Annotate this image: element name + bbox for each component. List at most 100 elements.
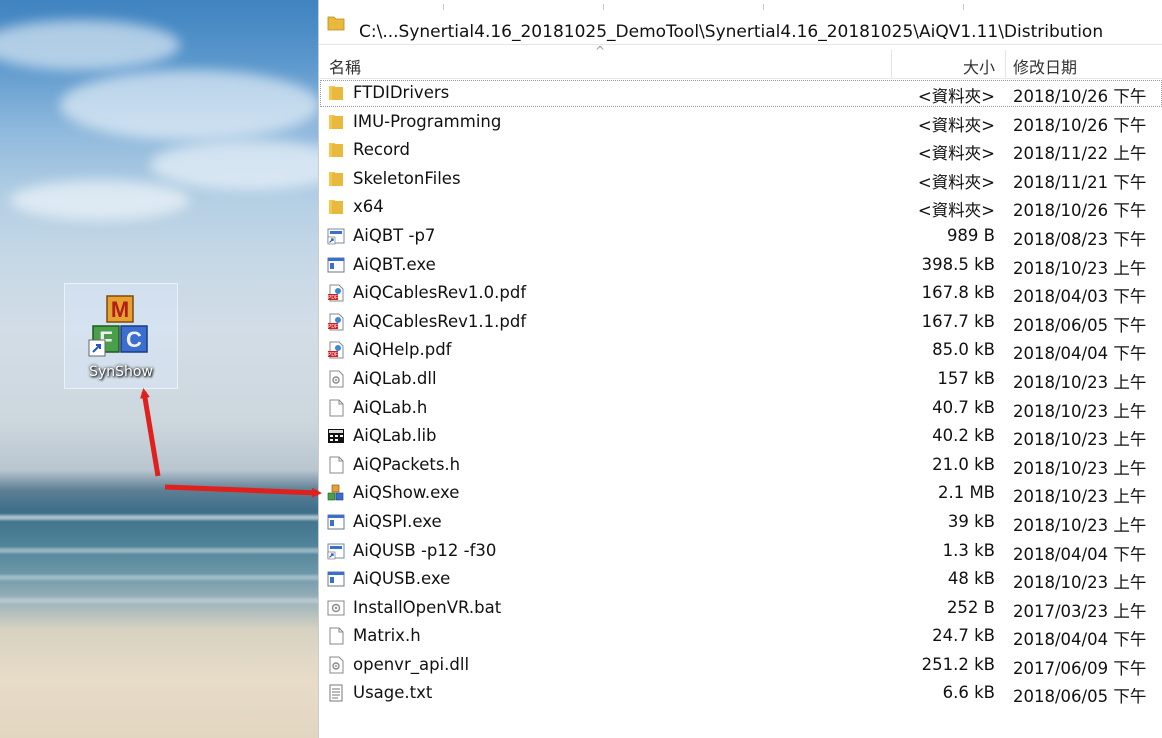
file-row[interactable]: Record <資料夾> 2018/11/22 上午	[319, 136, 1162, 165]
file-row[interactable]: PDF AiQCablesRev1.0.pdf 167.8 kB 2018/04/03…	[319, 279, 1162, 308]
file-row[interactable]: SkeletonFiles <資料夾> 2018/11/21 下午	[319, 165, 1162, 194]
file-size: 24.7 kB	[932, 626, 995, 646]
pdf-icon: PDF	[327, 341, 345, 359]
exe-icon	[327, 256, 345, 274]
file-name: AiQUSB.exe	[353, 569, 451, 589]
file-icon	[327, 627, 345, 645]
file-name: AiQBT -p7	[353, 225, 436, 245]
file-row[interactable]: InstallOpenVR.bat 252 B 2017/03/23 上午	[319, 594, 1162, 623]
svg-text:C: C	[126, 327, 142, 352]
file-name: AiQLab.dll	[353, 368, 437, 388]
file-explorer-window: C:\...Synertial4.16_20181025_DemoTool\Sy…	[318, 0, 1162, 738]
file-name: InstallOpenVR.bat	[353, 597, 502, 617]
column-separator[interactable]	[1005, 50, 1006, 78]
folder-icon	[327, 141, 345, 159]
file-row[interactable]: AiQPackets.h 21.0 kB 2018/10/23 上午	[319, 451, 1162, 480]
file-icon	[327, 399, 345, 417]
desktop-wallpaper: M F C SynShow	[0, 0, 318, 738]
file-size: 21.0 kB	[932, 454, 995, 474]
file-size: <資料夾>	[917, 201, 995, 221]
file-name: AiQCablesRev1.1.pdf	[353, 311, 527, 331]
file-date: 2018/06/05 下午	[1013, 315, 1147, 335]
file-date: 2018/04/04 下午	[1013, 630, 1147, 650]
file-row[interactable]: AiQLab.lib 40.2 kB 2018/10/23 上午	[319, 422, 1162, 451]
file-name: AiQCablesRev1.0.pdf	[353, 283, 527, 303]
column-header-size[interactable]: 大小	[963, 54, 995, 78]
file-size: 167.8 kB	[921, 283, 995, 303]
folder-icon	[327, 16, 345, 31]
exe-icon	[327, 570, 345, 588]
file-name: AiQHelp.pdf	[353, 340, 452, 360]
file-name: Record	[353, 140, 411, 160]
folder-icon	[327, 84, 345, 102]
file-date: 2018/10/23 上午	[1013, 573, 1147, 593]
address-bar[interactable]: C:\...Synertial4.16_20181025_DemoTool\Sy…	[319, 0, 1162, 45]
file-row[interactable]: PDF AiQCablesRev1.1.pdf 167.7 kB 2018/06/05…	[319, 308, 1162, 337]
column-header: ^ 名稱 大小 修改日期	[319, 44, 1162, 79]
file-date: 2018/10/26 下午	[1013, 115, 1147, 135]
file-row[interactable]: AiQLab.h 40.7 kB 2018/10/23 上午	[319, 394, 1162, 423]
dll-icon	[327, 656, 345, 674]
mfc-app-icon: M F C	[88, 295, 148, 357]
file-row[interactable]: FTDIDrivers <資料夾> 2018/10/26 下午	[319, 79, 1162, 108]
file-name: AiQSPI.exe	[353, 511, 442, 531]
file-row[interactable]: PDF AiQHelp.pdf 85.0 kB 2018/04/04 下午	[319, 336, 1162, 365]
file-size: 40.7 kB	[932, 397, 995, 417]
file-name: Usage.txt	[353, 683, 433, 703]
file-row[interactable]: IMU-Programming <資料夾> 2018/10/26 下午	[319, 108, 1162, 137]
ruler-tick	[963, 4, 964, 10]
file-name: IMU-Programming	[353, 111, 502, 131]
txt-icon	[327, 684, 345, 702]
file-name: x64	[353, 197, 384, 217]
wallpaper-cloud	[0, 20, 180, 70]
file-date: 2018/10/23 上午	[1013, 487, 1147, 507]
file-row[interactable]: Usage.txt 6.6 kB 2018/06/05 下午	[319, 679, 1162, 708]
file-size: 252 B	[946, 597, 995, 617]
file-size: 39 kB	[947, 511, 995, 531]
file-name: FTDIDrivers	[353, 83, 450, 102]
file-row[interactable]: AiQBT -p7 989 B 2018/08/23 下午	[319, 222, 1162, 251]
file-date: 2018/10/26 下午	[1013, 87, 1147, 106]
ruler-tick	[763, 4, 764, 10]
column-header-name[interactable]: 名稱	[329, 54, 361, 78]
file-size: 167.7 kB	[921, 311, 995, 331]
synshow-desktop-shortcut[interactable]: M F C SynShow	[64, 283, 178, 389]
file-row[interactable]: AiQUSB -p12 -f30 1.3 kB 2018/04/04 下午	[319, 537, 1162, 566]
ruler-tick	[603, 4, 604, 10]
file-size: 157 kB	[937, 368, 995, 388]
shortcut-icon	[327, 542, 345, 560]
file-name: AiQBT.exe	[353, 254, 436, 274]
svg-text:PDF: PDF	[328, 324, 338, 330]
ruler-tick	[443, 4, 444, 10]
dll-icon	[327, 370, 345, 388]
file-row[interactable]: openvr_api.dll 251.2 kB 2017/06/09 下午	[319, 651, 1162, 680]
file-row[interactable]: AiQSPI.exe 39 kB 2018/10/23 上午	[319, 508, 1162, 537]
lib-icon	[327, 427, 345, 445]
wallpaper-wave	[0, 598, 318, 603]
column-separator[interactable]	[891, 50, 892, 78]
file-row[interactable]: AiQUSB.exe 48 kB 2018/10/23 上午	[319, 565, 1162, 594]
file-size: <資料夾>	[917, 172, 995, 192]
wallpaper-cloud	[60, 70, 318, 140]
file-date: 2018/10/23 上午	[1013, 401, 1147, 421]
file-size: 2.1 MB	[937, 483, 995, 503]
folder-icon	[327, 198, 345, 216]
folder-icon	[327, 113, 345, 131]
svg-text:PDF: PDF	[328, 352, 338, 358]
file-row[interactable]: x64 <資料夾> 2018/10/26 下午	[319, 193, 1162, 222]
column-header-date[interactable]: 修改日期	[1013, 54, 1077, 78]
file-row[interactable]: AiQBT.exe 398.5 kB 2018/10/23 上午	[319, 251, 1162, 280]
folder-icon	[327, 170, 345, 188]
file-size: 989 B	[946, 225, 995, 245]
wallpaper-wave	[0, 515, 318, 520]
file-row[interactable]: Matrix.h 24.7 kB 2018/04/04 下午	[319, 622, 1162, 651]
pdf-icon: PDF	[327, 313, 345, 331]
bat-icon	[327, 599, 345, 617]
exe-icon	[327, 513, 345, 531]
file-date: 2018/04/04 下午	[1013, 344, 1147, 364]
file-date: 2018/08/23 下午	[1013, 229, 1147, 249]
file-date: 2018/10/23 上午	[1013, 458, 1147, 478]
file-row[interactable]: AiQShow.exe 2.1 MB 2018/10/23 上午	[319, 479, 1162, 508]
file-date: 2018/11/22 上午	[1013, 144, 1147, 164]
file-row[interactable]: AiQLab.dll 157 kB 2018/10/23 上午	[319, 365, 1162, 394]
